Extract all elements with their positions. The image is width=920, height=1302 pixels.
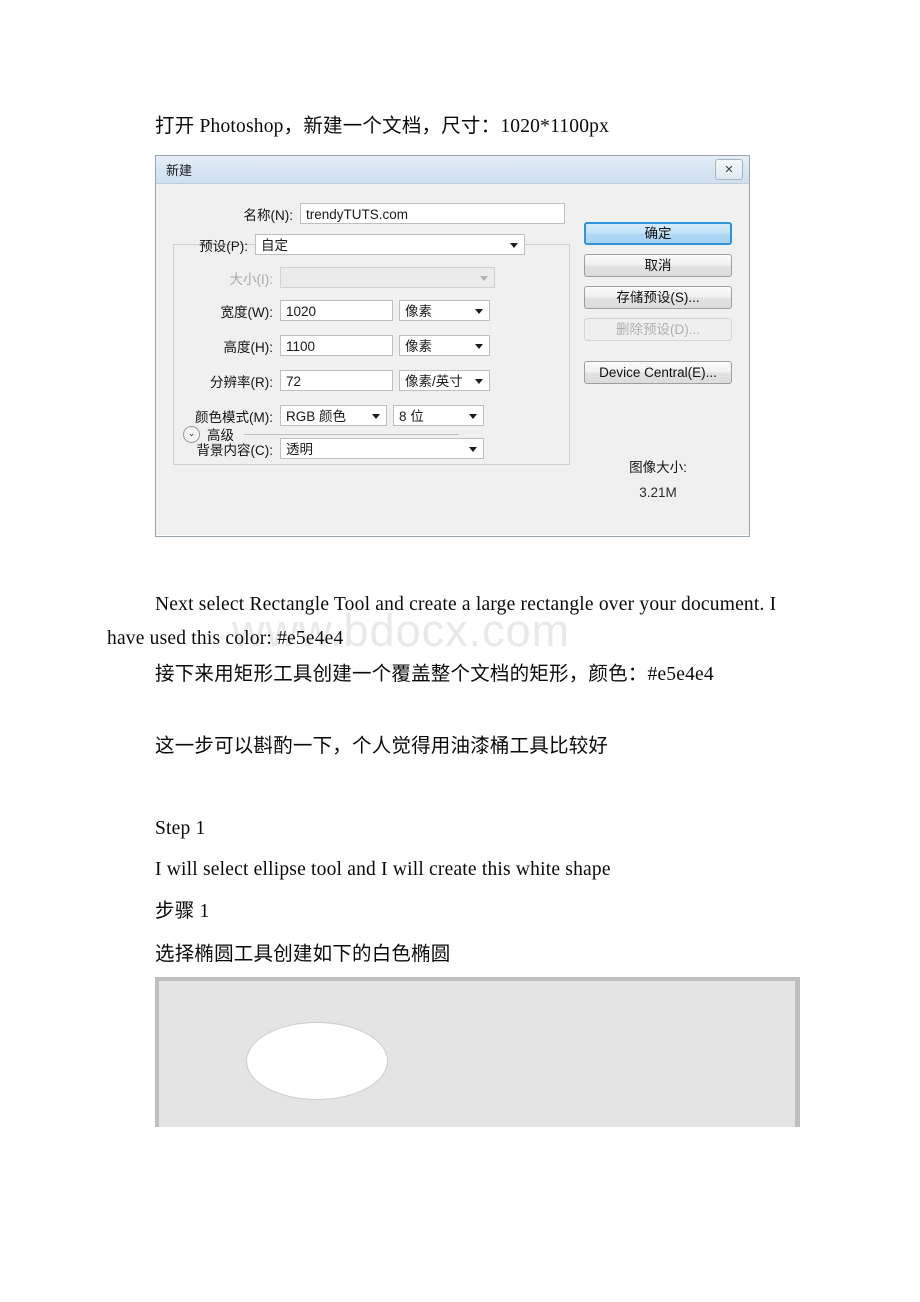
device-central-button[interactable]: Device Central(E)... bbox=[584, 361, 732, 384]
close-icon[interactable]: ✕ bbox=[715, 159, 743, 180]
input-name[interactable]: trendyTUTS.com bbox=[300, 203, 565, 224]
paragraph-next-cn: 接下来用矩形工具创建一个覆盖整个文档的矩形，颜色：#e5e4e4 bbox=[155, 664, 714, 685]
paragraph-intro: 打开 Photoshop，新建一个文档，尺寸：1020*1100px bbox=[155, 116, 610, 137]
select-color-mode-value: RGB 颜色 bbox=[286, 409, 347, 424]
heading-step-1: Step 1 bbox=[155, 818, 206, 839]
canvas-screenshot bbox=[155, 977, 800, 1127]
delete-preset-button: 删除预设(D)... bbox=[584, 318, 732, 341]
label-preset: 预设(P): bbox=[199, 238, 248, 254]
advanced-divider bbox=[244, 433, 459, 435]
select-resolution-unit[interactable]: 像素/英寸 bbox=[399, 370, 490, 391]
chevron-double-down-icon[interactable]: ⌄ bbox=[183, 425, 200, 443]
input-height[interactable]: 1100 bbox=[280, 335, 393, 356]
canvas-area bbox=[159, 981, 795, 1127]
cancel-button[interactable]: 取消 bbox=[584, 254, 732, 277]
select-width-unit-value: 像素 bbox=[405, 304, 432, 319]
select-bit-depth[interactable]: 8 位 bbox=[393, 405, 484, 426]
select-bit-depth-value: 8 位 bbox=[399, 409, 424, 424]
select-width-unit[interactable]: 像素 bbox=[399, 300, 490, 321]
advanced-disclosure[interactable]: ⌄ 高级 bbox=[183, 424, 459, 444]
paragraph-next-en: Next select Rectangle Tool and create a … bbox=[107, 594, 782, 649]
label-height: 高度(H): bbox=[223, 339, 274, 355]
input-width[interactable]: 1020 bbox=[280, 300, 393, 321]
chevron-down-icon bbox=[475, 378, 483, 384]
chevron-down-icon bbox=[475, 308, 483, 314]
select-resolution-unit-value: 像素/英寸 bbox=[405, 374, 463, 389]
heading-step-1-cn: 步骤 1 bbox=[155, 901, 210, 922]
label-resolution: 分辨率(R): bbox=[210, 374, 273, 390]
chevron-down-icon bbox=[480, 275, 488, 281]
dialog-body: 名称(N): trendyTUTS.com 预设(P): 自定 大小(I): 宽… bbox=[156, 184, 749, 535]
paragraph-step-en: I will select ellipse tool and I will cr… bbox=[155, 859, 611, 880]
chevron-down-icon bbox=[469, 446, 477, 452]
chevron-down-icon bbox=[510, 242, 518, 248]
field-row-preset: 预设(P): 自定 bbox=[173, 233, 525, 256]
field-row-name: 名称(N): trendyTUTS.com bbox=[173, 202, 565, 225]
select-height-unit-value: 像素 bbox=[405, 339, 432, 354]
select-height-unit[interactable]: 像素 bbox=[399, 335, 490, 356]
image-size-block: 图像大小: 3.21M bbox=[584, 456, 732, 500]
chevron-down-icon bbox=[469, 413, 477, 419]
image-size-label: 图像大小: bbox=[629, 460, 687, 475]
label-width: 宽度(W): bbox=[220, 304, 273, 320]
select-size[interactable] bbox=[280, 267, 495, 288]
select-color-mode[interactable]: RGB 颜色 bbox=[280, 405, 387, 426]
field-row-height: 高度(H): 1100 像素 bbox=[173, 334, 490, 357]
select-preset[interactable]: 自定 bbox=[255, 234, 525, 255]
save-preset-button[interactable]: 存储预设(S)... bbox=[584, 286, 732, 309]
dialog-button-column: 确定 取消 存储预设(S)... 删除预设(D)... Device Centr… bbox=[584, 222, 734, 393]
input-resolution[interactable]: 72 bbox=[280, 370, 393, 391]
document-page: www.bdocx.com 打开 Photoshop，新建一个文档，尺寸：102… bbox=[0, 0, 920, 1302]
photoshop-new-dialog: 新建 ✕ 名称(N): trendyTUTS.com 预设(P): 自定 大小(… bbox=[155, 155, 750, 537]
field-row-size: 大小(I): bbox=[173, 266, 495, 289]
label-size: 大小(I): bbox=[229, 271, 274, 287]
advanced-label: 高级 bbox=[207, 428, 234, 443]
select-background-value: 透明 bbox=[286, 442, 313, 457]
label-color-mode: 颜色模式(M): bbox=[195, 409, 273, 425]
label-name: 名称(N): bbox=[243, 207, 294, 223]
ok-button[interactable]: 确定 bbox=[584, 222, 732, 245]
chevron-down-icon bbox=[475, 343, 483, 349]
dialog-titlebar: 新建 ✕ bbox=[156, 156, 749, 184]
select-preset-value: 自定 bbox=[261, 238, 288, 253]
field-row-width: 宽度(W): 1020 像素 bbox=[173, 299, 490, 322]
paragraph-step-cn: 选择椭圆工具创建如下的白色椭圆 bbox=[155, 944, 451, 965]
chevron-down-icon bbox=[372, 413, 380, 419]
image-size-value: 3.21M bbox=[639, 485, 677, 500]
white-ellipse-shape bbox=[247, 1023, 387, 1099]
field-row-resolution: 分辨率(R): 72 像素/英寸 bbox=[173, 369, 490, 392]
paragraph-note-cn: 这一步可以斟酌一下，个人觉得用油漆桶工具比较好 bbox=[155, 736, 609, 757]
dialog-title: 新建 bbox=[166, 163, 193, 178]
